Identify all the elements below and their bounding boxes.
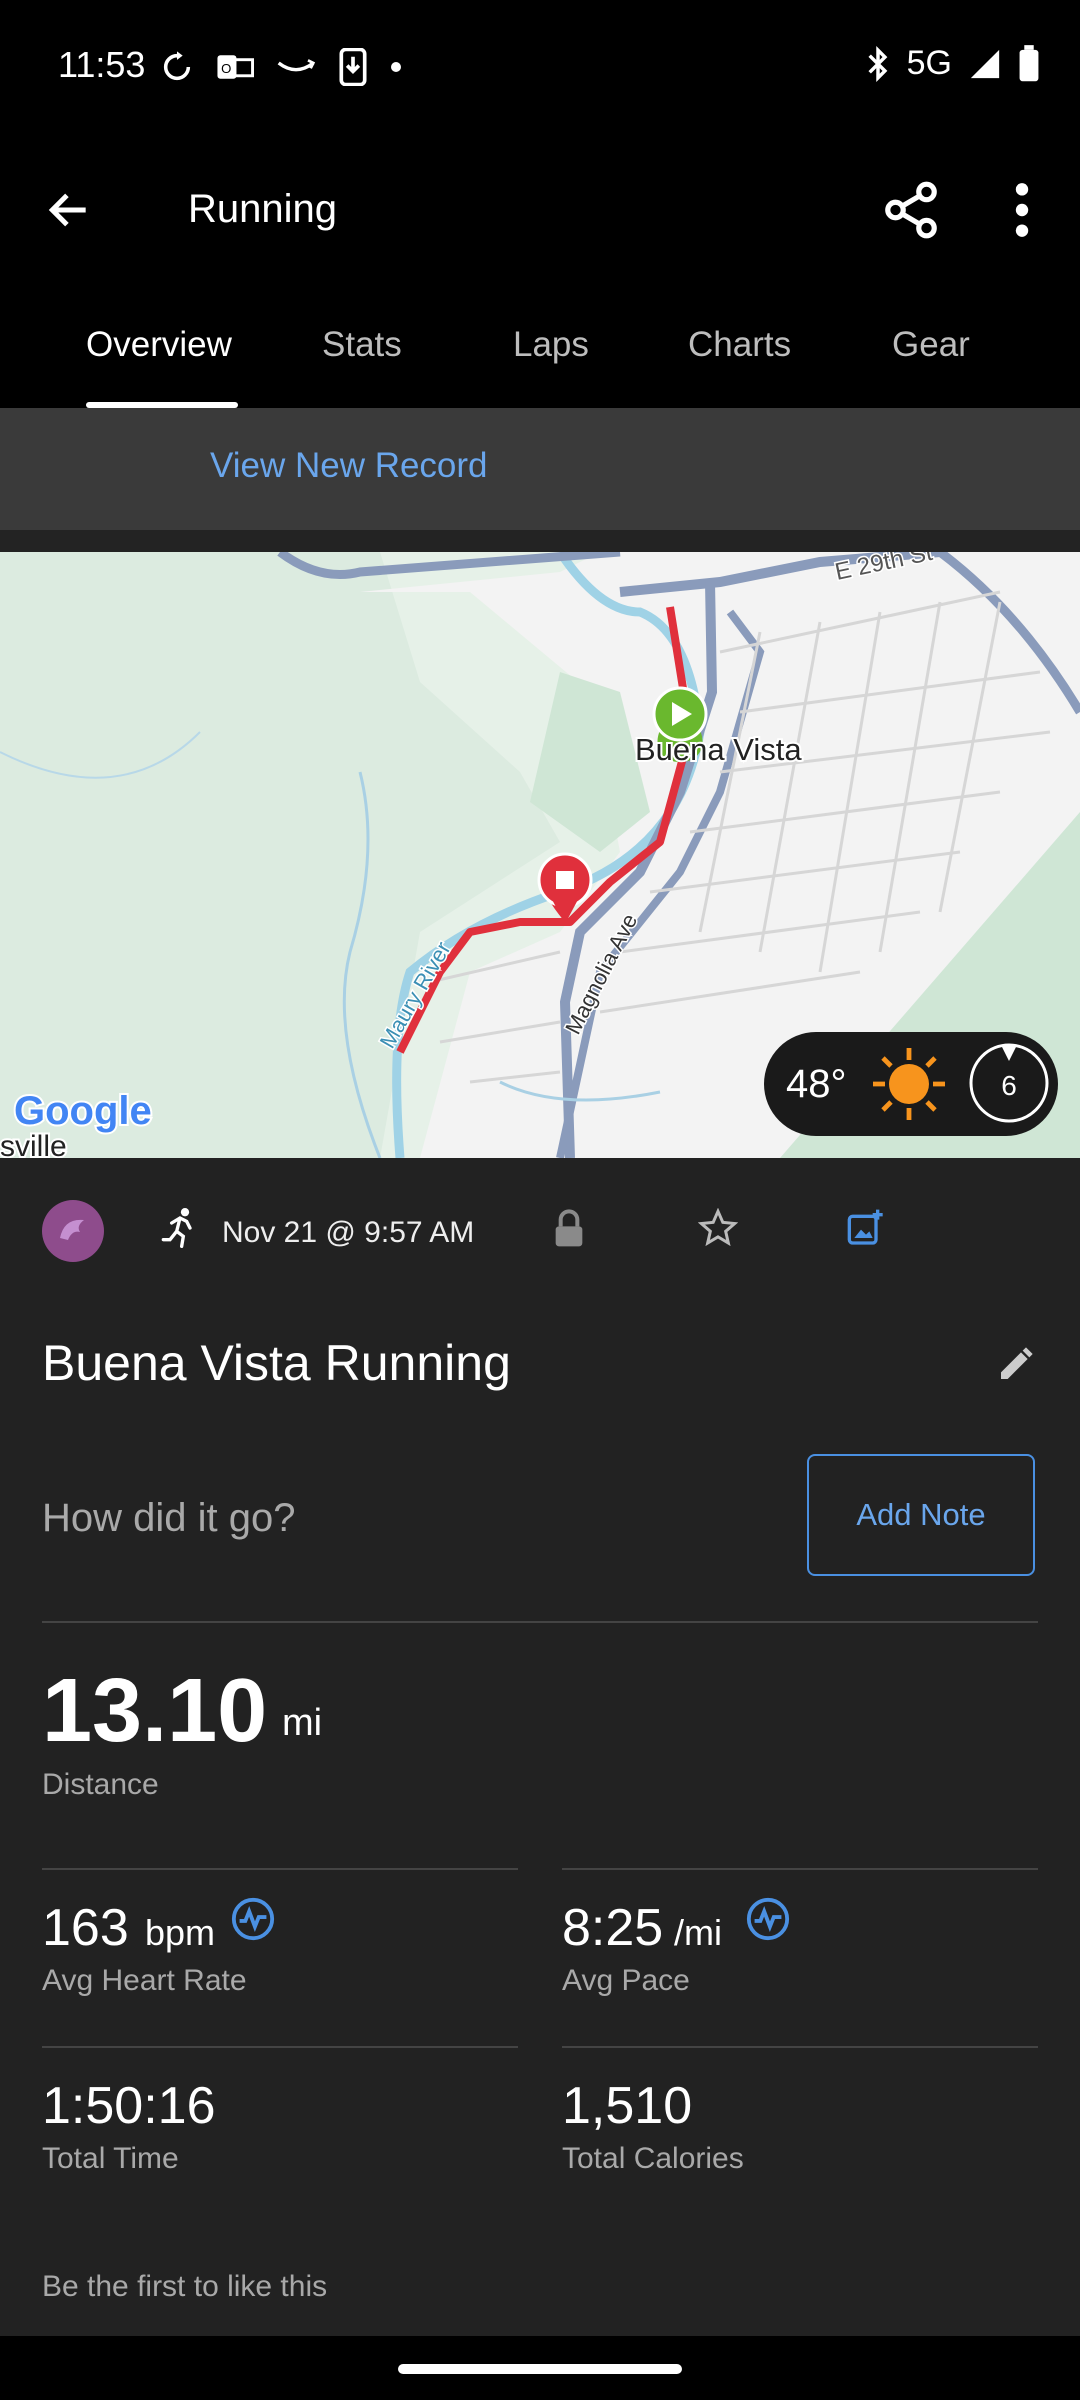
share-icon[interactable] [880, 179, 942, 241]
heart-rate-value: 163 [42, 1899, 129, 1957]
download-icon [339, 48, 367, 86]
status-bar: 11:53 O 5G [0, 0, 1080, 135]
dot-icon [391, 62, 401, 72]
tab-laps[interactable]: Laps [513, 325, 589, 365]
calories-label: Total Calories [562, 2142, 744, 2175]
outlook-icon: O [217, 55, 254, 79]
svg-text:O: O [221, 61, 231, 76]
tab-gear[interactable]: Gear [892, 325, 970, 365]
home-gesture-handle[interactable] [398, 2364, 682, 2374]
system-nav-bar [0, 2336, 1080, 2400]
tab-overview[interactable]: Overview [86, 325, 232, 365]
favorite-star-icon[interactable] [698, 1208, 738, 1248]
page-title: Running [188, 187, 338, 231]
battery-icon [1019, 44, 1039, 81]
likes-text[interactable]: Be the first to like this [42, 2270, 327, 2304]
wind-speed: 6 [1001, 1070, 1017, 1101]
bluetooth-icon [868, 45, 888, 82]
sync-icon [163, 51, 191, 81]
divider [562, 1868, 1038, 1870]
tab-charts[interactable]: Charts [688, 325, 791, 365]
status-time: 11:53 [58, 44, 146, 85]
heart-rate-label: Avg Heart Rate [42, 1964, 247, 1997]
tab-bar: Overview Stats Laps Charts Gear [0, 285, 1080, 408]
add-note-button[interactable]: Add Note [807, 1454, 1035, 1576]
map-place-label: Buena Vista [635, 732, 802, 767]
pace-label: Avg Pace [562, 1964, 690, 1997]
banner-separator [0, 530, 1080, 552]
total-time-label: Total Time [42, 2142, 179, 2175]
google-logo: Google [14, 1089, 152, 1133]
tab-stats[interactable]: Stats [322, 325, 402, 365]
wind-direction-icon: 6 [969, 1043, 1049, 1123]
distance-unit: mi [282, 1702, 323, 1744]
running-activity-icon [161, 1208, 192, 1248]
system-icons: 5G [865, 44, 1040, 83]
note-prompt: How did it go? [42, 1496, 296, 1540]
activity-date: Nov 21 @ 9:57 AM [222, 1216, 475, 1249]
calories-value: 1,510 [562, 2077, 693, 2135]
weather-badge: 48° 6 [764, 1032, 1058, 1136]
view-new-record-link[interactable]: View New Record [210, 446, 488, 486]
app-bar: Running [0, 135, 1080, 285]
dolphin-icon [60, 1219, 84, 1240]
activity-details: Nov 21 @ 9:57 AM Buena Vista Running How… [0, 1158, 1080, 2336]
back-arrow-icon[interactable] [44, 185, 94, 235]
heart-rate-chart-icon[interactable] [230, 1896, 276, 1942]
map-town-label: sville [0, 1130, 67, 1158]
divider [42, 1621, 1038, 1623]
network-type: 5G [906, 44, 952, 82]
distance-label: Distance [42, 1768, 159, 1801]
pace-unit: /mi [674, 1912, 722, 1953]
notification-icons: O [160, 48, 402, 86]
heart-rate-unit: bpm [145, 1912, 216, 1953]
add-photo-icon[interactable] [846, 1208, 886, 1248]
divider [42, 1868, 518, 1870]
divider [562, 2046, 1038, 2048]
weather-temperature: 48° [786, 1062, 847, 1106]
total-time-value: 1:50:16 [42, 2077, 216, 2135]
avatar[interactable] [42, 1200, 104, 1262]
edit-pencil-icon[interactable] [996, 1344, 1036, 1384]
signal-icon [970, 49, 1000, 78]
pace-value: 8:25 [562, 1899, 664, 1957]
amazon-icon [277, 59, 316, 72]
distance-value: 13.10 [42, 1661, 268, 1761]
more-options-icon[interactable] [1000, 179, 1044, 241]
record-banner: View New Record [0, 408, 1080, 530]
divider [42, 2046, 518, 2048]
pace-chart-icon[interactable] [745, 1896, 791, 1942]
sun-icon [873, 1048, 945, 1120]
activity-title: Buena Vista Running [42, 1335, 511, 1391]
lock-icon[interactable] [552, 1208, 586, 1248]
